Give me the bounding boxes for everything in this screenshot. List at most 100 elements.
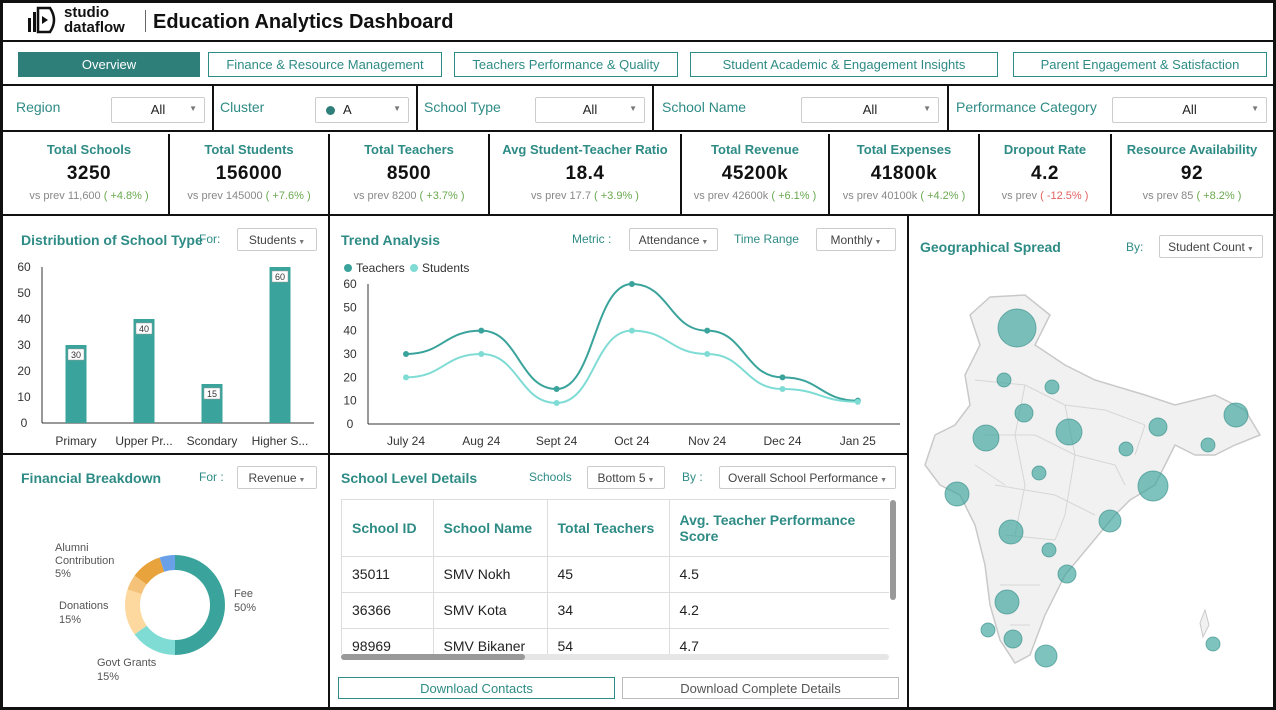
school-type-label: School Type — [424, 99, 501, 115]
details-table: School ID School Name Total Teachers Avg… — [342, 500, 889, 654]
donut-slice — [125, 589, 147, 635]
tab-finance[interactable]: Finance & Resource Management — [208, 52, 442, 77]
school-name-dropdown[interactable]: All ▼ — [801, 97, 939, 123]
fin-for-dropdown[interactable]: Revenue ▼ — [237, 466, 317, 489]
map-bubble[interactable] — [997, 308, 1037, 348]
map-bubble[interactable] — [972, 424, 1000, 452]
map-bubble[interactable] — [1055, 418, 1083, 446]
logo: studio dataflow — [26, 4, 136, 38]
map-bubble[interactable] — [1098, 509, 1122, 533]
details-by-label: By : — [682, 470, 703, 484]
slice-value: 15% — [59, 614, 82, 626]
details-by-dropdown[interactable]: Overall School Performance ▼ — [719, 466, 896, 489]
school-type-dropdown[interactable]: All ▼ — [535, 97, 645, 123]
map-bubble[interactable] — [980, 622, 996, 638]
dist-for-label: For: — [199, 232, 221, 246]
schools-dropdown[interactable]: Bottom 5 ▼ — [587, 466, 665, 489]
chevron-down-icon: ▼ — [647, 477, 655, 484]
map-bubble[interactable] — [1223, 402, 1249, 428]
data-point — [628, 281, 635, 287]
metric-dropdown[interactable]: Attendance ▼ — [629, 228, 718, 251]
kpi-value: 18.4 — [565, 163, 605, 184]
download-contacts-button[interactable]: Download Contacts — [338, 677, 615, 699]
map-bubble[interactable] — [1044, 379, 1060, 395]
kpi-total-students: Total Students 156000 vs prev 145000 ( +… — [170, 134, 328, 214]
kpi-ratio: Avg Student-Teacher Ratio 18.4 vs prev 1… — [490, 134, 680, 214]
data-point — [478, 327, 485, 334]
region-value: All — [150, 102, 166, 117]
table-cell: 35011 — [342, 556, 434, 593]
kpi-change: ( +6.1% ) — [771, 190, 817, 202]
slice-value: 50% — [234, 602, 257, 614]
slice-label: Govt Grants — [97, 657, 157, 669]
tab-parents[interactable]: Parent Engagement & Satisfaction — [1013, 52, 1267, 77]
table-row[interactable]: 35011 SMV Nokh 45 4.5 — [342, 556, 889, 593]
fin-for-label: For : — [199, 470, 224, 484]
kpi-prev: vs prev 42600k — [693, 190, 769, 202]
download-details-button[interactable]: Download Complete Details — [622, 677, 899, 699]
dist-for-value: Students — [248, 233, 297, 247]
map-bubble[interactable] — [1205, 636, 1221, 652]
data-point — [779, 386, 786, 392]
table-cell: SMV Nokh — [433, 556, 548, 593]
map-bubble[interactable] — [1118, 441, 1134, 457]
map-bubble[interactable] — [1003, 629, 1023, 649]
table-header-row: School ID School Name Total Teachers Avg… — [342, 500, 889, 557]
logo-line2: dataflow — [64, 19, 125, 36]
map-bubble[interactable] — [1200, 437, 1216, 453]
map-bubble[interactable] — [1031, 465, 1047, 481]
tab-overview[interactable]: Overview — [18, 52, 200, 77]
tab-students[interactable]: Student Academic & Engagement Insights — [690, 52, 998, 77]
kpi-prev: vs prev — [1001, 190, 1038, 202]
logo-icon — [28, 6, 56, 34]
time-range-value: Monthly — [830, 233, 873, 247]
region-dropdown[interactable]: All ▼ — [111, 97, 205, 123]
trend-title: Trend Analysis — [341, 232, 441, 248]
table-row[interactable]: 98969 SMV Bikaner 54 4.7 — [342, 628, 889, 654]
map-bubble[interactable] — [1137, 470, 1169, 502]
performance-dropdown[interactable]: All ▼ — [1112, 97, 1267, 123]
kpi-prev: vs prev 40100k — [842, 190, 918, 202]
kpi-revenue: Total Revenue 45200k vs prev 42600k ( +6… — [682, 134, 828, 214]
time-range-dropdown[interactable]: Monthly ▼ — [816, 228, 896, 251]
dist-for-dropdown[interactable]: Students ▼ — [237, 228, 317, 251]
map-bubble[interactable] — [1041, 542, 1057, 558]
column-header[interactable]: School Name — [433, 500, 548, 557]
map-bubble[interactable] — [1034, 644, 1058, 668]
tab-teachers[interactable]: Teachers Performance & Quality — [454, 52, 678, 77]
map-bubble[interactable] — [1014, 403, 1034, 423]
table-row[interactable]: 36366 SMV Kota 34 4.2 — [342, 592, 889, 629]
horizontal-scrollbar-thumb[interactable] — [341, 654, 525, 660]
kpi-prev: vs prev 85 — [1142, 190, 1194, 202]
column-header[interactable]: School ID — [342, 500, 434, 557]
y-tick-label: 60 — [17, 260, 31, 274]
cluster-dropdown[interactable]: A ▼ — [315, 97, 409, 123]
kpi-title: Resource Availability — [1126, 142, 1258, 157]
chevron-down-icon: ▼ — [1251, 104, 1259, 113]
kpi-value: 8500 — [386, 163, 432, 184]
data-point — [403, 351, 409, 357]
map-bubble[interactable] — [944, 481, 970, 507]
y-tick-label: 60 — [343, 277, 357, 291]
vertical-scrollbar[interactable] — [890, 500, 896, 600]
map-bubble[interactable] — [1148, 417, 1168, 437]
table-cell: 45 — [547, 556, 670, 593]
donut-label-fee: Fee 50% — [234, 587, 256, 615]
map-bubble[interactable] — [1057, 564, 1077, 584]
map-bubble[interactable] — [994, 589, 1020, 615]
column-header[interactable]: Avg. Teacher Performance Score — [669, 500, 889, 557]
metric-value: Attendance — [638, 233, 700, 247]
x-tick-label: Upper Pr... — [115, 434, 172, 448]
map-bubble[interactable] — [998, 519, 1024, 545]
details-table-wrap: School ID School Name Total Teachers Avg… — [341, 499, 889, 654]
series-line — [405, 282, 858, 402]
kpi-prev: vs prev 17.7 — [531, 190, 591, 202]
map-bubble[interactable] — [996, 372, 1012, 388]
geo-by-dropdown[interactable]: Student Count ▼ — [1159, 235, 1263, 258]
kpi-title: Avg Student-Teacher Ratio — [502, 142, 668, 157]
slice-label: Alumni Contribution — [55, 542, 115, 567]
x-tick-label: Oct 24 — [614, 434, 650, 448]
horizontal-scrollbar[interactable] — [341, 654, 889, 660]
column-header[interactable]: Total Teachers — [547, 500, 670, 557]
donut-label-donations: Donations 15% — [59, 599, 109, 627]
